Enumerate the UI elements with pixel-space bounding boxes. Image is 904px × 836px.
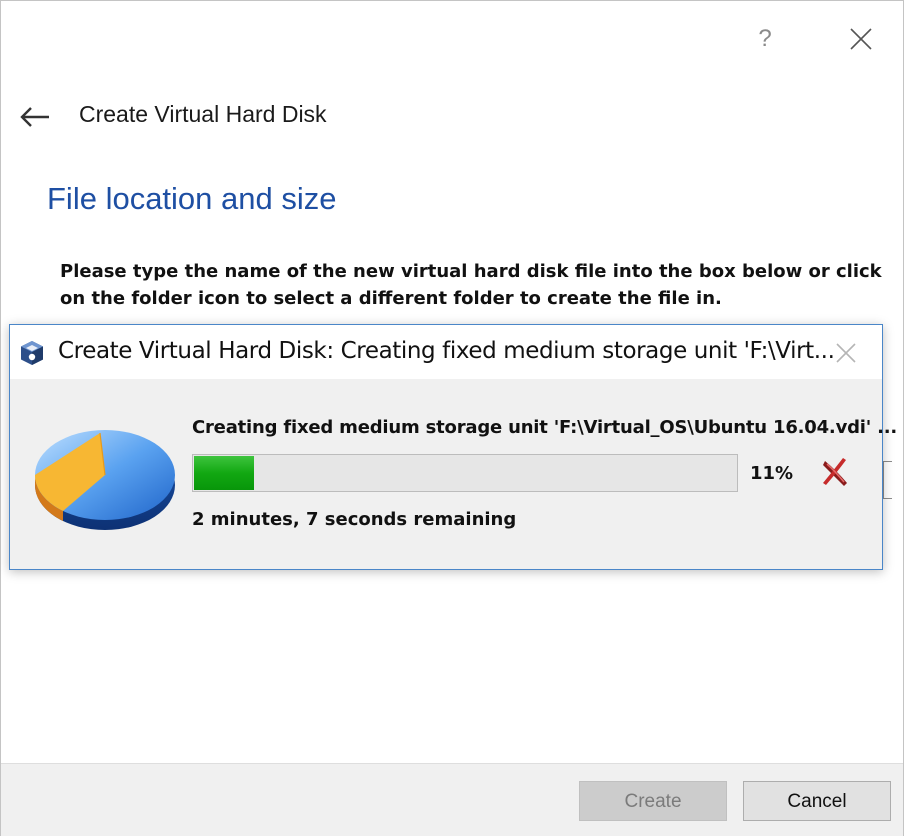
cancel-button[interactable]: Cancel — [743, 781, 891, 821]
time-remaining-text: 2 minutes, 7 seconds remaining — [192, 509, 517, 530]
progress-bar — [192, 454, 738, 492]
create-button[interactable]: Create — [579, 781, 727, 821]
progress-dialog-close-button[interactable] — [830, 337, 862, 369]
progress-dialog-title: Create Virtual Hard Disk: Creating fixed… — [58, 338, 835, 364]
progress-dialog-titlebar[interactable]: Create Virtual Hard Disk: Creating fixed… — [10, 325, 882, 379]
partially-hidden-control[interactable] — [883, 461, 892, 499]
close-button[interactable] — [841, 19, 881, 59]
back-button[interactable] — [17, 99, 53, 135]
disk-pie-icon — [35, 430, 175, 530]
progress-status-text: Creating fixed medium storage unit 'F:\V… — [192, 417, 898, 438]
cancel-operation-button[interactable] — [818, 455, 854, 491]
progress-percent: 11% — [750, 463, 794, 484]
cancel-x-icon — [823, 458, 847, 486]
progress-bar-fill — [194, 456, 254, 490]
page-heading: File location and size — [47, 181, 337, 216]
help-button[interactable]: ? — [749, 19, 781, 59]
close-icon — [850, 28, 872, 50]
help-icon: ? — [758, 25, 772, 52]
progress-dialog: Create Virtual Hard Disk: Creating fixed… — [9, 324, 897, 570]
wizard-title: Create Virtual Hard Disk — [79, 101, 327, 127]
instruction-text: Please type the name of the new virtual … — [60, 261, 882, 309]
close-icon — [836, 343, 856, 363]
arrow-left-icon — [20, 107, 49, 127]
virtualbox-icon — [21, 341, 43, 365]
